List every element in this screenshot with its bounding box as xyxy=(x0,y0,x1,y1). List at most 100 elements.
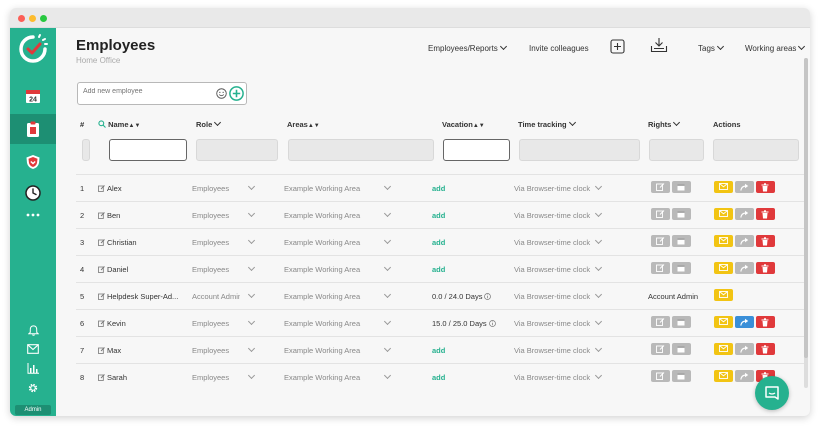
employee-name[interactable]: Alex xyxy=(98,184,122,193)
message-button[interactable] xyxy=(714,289,733,301)
share-button[interactable] xyxy=(735,208,754,220)
time-tracking-select[interactable]: Via Browser-time clock xyxy=(514,209,603,220)
col-name[interactable]: Name▲▼ xyxy=(98,120,140,129)
actions-filter[interactable] xyxy=(713,139,799,161)
delete-button[interactable] xyxy=(756,181,775,193)
employee-name[interactable]: Daniel xyxy=(98,265,128,274)
sidebar-reports[interactable] xyxy=(10,360,56,376)
sidebar-item-employees[interactable] xyxy=(10,114,56,144)
employee-name[interactable]: Christian xyxy=(98,238,137,247)
edit-rights-button[interactable] xyxy=(651,262,670,274)
vacation-add-link[interactable]: add xyxy=(432,211,445,220)
employees-reports-menu[interactable]: Employees/Reports xyxy=(428,42,507,53)
role-select[interactable]: Employees xyxy=(192,317,256,328)
share-button[interactable] xyxy=(735,370,754,382)
role-filter[interactable] xyxy=(196,139,278,161)
employee-name[interactable]: Kevin xyxy=(98,319,126,328)
area-select[interactable]: Example Working Area xyxy=(284,263,392,274)
edit-rights-button[interactable] xyxy=(651,343,670,355)
area-select[interactable]: Example Working Area xyxy=(284,236,392,247)
share-button[interactable] xyxy=(735,262,754,274)
message-button[interactable] xyxy=(714,235,733,247)
delete-button[interactable] xyxy=(756,316,775,328)
time-tracking-select[interactable]: Via Browser-time clock xyxy=(514,236,603,247)
role-select[interactable]: Employees xyxy=(192,263,256,274)
col-areas[interactable]: Areas▲▼ xyxy=(287,120,320,129)
message-button[interactable] xyxy=(714,316,733,328)
employee-name[interactable]: Helpdesk Super-Ad... xyxy=(98,292,178,301)
smiley-icon[interactable] xyxy=(216,88,227,99)
edit-rights-button[interactable] xyxy=(651,208,670,220)
employee-name[interactable]: Sarah xyxy=(98,373,127,382)
col-role[interactable]: Role xyxy=(196,118,222,129)
message-button[interactable] xyxy=(714,262,733,274)
area-select[interactable]: Example Working Area xyxy=(284,182,392,193)
edit-rights-button[interactable] xyxy=(651,181,670,193)
col-time-tracking[interactable]: Time tracking xyxy=(518,118,576,129)
calendar-rights-button[interactable] xyxy=(672,343,691,355)
share-button[interactable] xyxy=(735,316,754,328)
minimize-window-button[interactable] xyxy=(29,15,36,22)
message-button[interactable] xyxy=(714,370,733,382)
col-vacation[interactable]: Vacation▲▼ xyxy=(442,120,485,129)
calendar-rights-button[interactable] xyxy=(672,235,691,247)
role-select[interactable]: Employees xyxy=(192,209,256,220)
calendar-rights-button[interactable] xyxy=(672,181,691,193)
chat-button[interactable] xyxy=(755,376,789,410)
add-square-icon[interactable] xyxy=(610,39,625,54)
employee-name[interactable]: Max xyxy=(98,346,121,355)
message-button[interactable] xyxy=(714,181,733,193)
message-button[interactable] xyxy=(714,208,733,220)
edit-rights-button[interactable] xyxy=(651,235,670,247)
role-select[interactable]: Employees xyxy=(192,344,256,355)
calendar-rights-button[interactable] xyxy=(672,316,691,328)
vacation-add-link[interactable]: add xyxy=(432,238,445,247)
edit-rights-button[interactable] xyxy=(651,370,670,382)
calendar-rights-button[interactable] xyxy=(672,208,691,220)
select-all-checkbox[interactable] xyxy=(82,139,90,161)
area-select[interactable]: Example Working Area xyxy=(284,290,392,301)
maximize-window-button[interactable] xyxy=(40,15,47,22)
sidebar-notifications[interactable] xyxy=(10,322,56,338)
app-logo[interactable] xyxy=(10,28,56,70)
sidebar-item-absences[interactable] xyxy=(10,147,56,177)
message-button[interactable] xyxy=(714,343,733,355)
share-button[interactable] xyxy=(735,235,754,247)
sidebar-settings[interactable] xyxy=(10,380,56,396)
scrollbar-thumb[interactable] xyxy=(804,58,808,358)
role-select[interactable]: Employees xyxy=(192,236,256,247)
vacation-add-link[interactable]: add xyxy=(432,373,445,382)
sidebar-messages[interactable] xyxy=(10,341,56,357)
vacation-add-link[interactable]: add xyxy=(432,346,445,355)
scrollbar[interactable] xyxy=(804,58,808,388)
share-button[interactable] xyxy=(735,343,754,355)
sidebar-item-time-tracking[interactable] xyxy=(10,178,56,208)
time-tracking-filter[interactable] xyxy=(519,139,640,161)
time-tracking-select[interactable]: Via Browser-time clock xyxy=(514,182,603,193)
role-select[interactable]: Employees xyxy=(192,182,256,193)
time-tracking-select[interactable]: Via Browser-time clock xyxy=(514,290,603,301)
sidebar-more-button[interactable] xyxy=(10,206,56,224)
role-select[interactable]: Employees xyxy=(192,371,256,382)
area-select[interactable]: Example Working Area xyxy=(284,371,392,382)
edit-rights-button[interactable] xyxy=(651,316,670,328)
vacation-filter-input[interactable] xyxy=(443,139,510,161)
delete-button[interactable] xyxy=(756,208,775,220)
admin-badge[interactable]: Admin xyxy=(15,405,51,415)
col-rights[interactable]: Rights xyxy=(648,118,681,129)
time-tracking-select[interactable]: Via Browser-time clock xyxy=(514,317,603,328)
area-select[interactable]: Example Working Area xyxy=(284,344,392,355)
tags-menu[interactable]: Tags xyxy=(698,42,724,53)
role-select[interactable]: Account Admin xyxy=(192,290,256,301)
share-button[interactable] xyxy=(735,181,754,193)
add-employee-input[interactable] xyxy=(83,88,203,95)
time-tracking-select[interactable]: Via Browser-time clock xyxy=(514,263,603,274)
add-circle-icon[interactable] xyxy=(229,86,244,101)
working-areas-menu[interactable]: Working areas xyxy=(745,42,806,53)
close-window-button[interactable] xyxy=(18,15,25,22)
calendar-rights-button[interactable] xyxy=(672,262,691,274)
name-filter-input[interactable] xyxy=(109,139,187,161)
areas-filter[interactable] xyxy=(288,139,434,161)
vacation-add-link[interactable]: add xyxy=(432,184,445,193)
vacation-add-link[interactable]: add xyxy=(432,265,445,274)
